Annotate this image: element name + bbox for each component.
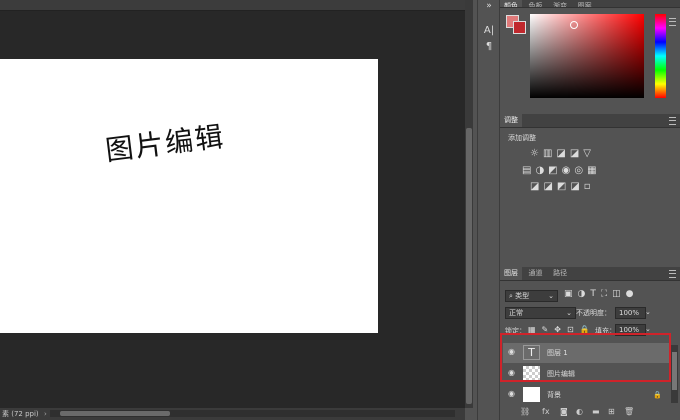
character-panel-icon[interactable]: A| (482, 25, 496, 36)
color-panel-tabs: 颜色 色板 渐变 图案 (500, 0, 680, 8)
adjustment-icons-row-3[interactable]: ◪◪◩◪▫ (530, 181, 595, 192)
hue-slider[interactable] (655, 14, 666, 98)
layer-filter-value: 类型 (515, 292, 530, 300)
horizontal-scroll-thumb[interactable] (60, 411, 170, 416)
add-adjustment-label: 添加调整 (508, 134, 536, 142)
paragraph-panel-icon[interactable]: ¶ (482, 41, 496, 52)
blend-mode-select[interactable]: 正常 ⌄ (505, 307, 576, 319)
opacity-dropdown-icon[interactable]: ⌄ (645, 308, 651, 316)
fill-dropdown-icon[interactable]: ⌄ (645, 325, 651, 333)
mask-icon[interactable]: ◙ (560, 407, 568, 416)
document-tab-bar (0, 0, 465, 11)
group-folder-icon[interactable]: ▬ (592, 407, 600, 416)
tab-channels[interactable]: 通道 (525, 267, 547, 280)
color-saturation-field[interactable] (530, 14, 644, 98)
document-canvas[interactable] (0, 59, 378, 333)
fx-button[interactable]: fx (542, 407, 550, 416)
color-panel-menu-icon[interactable] (669, 18, 676, 26)
layer-row[interactable]: ◉ 背景 🔒 (503, 385, 669, 405)
layer-filter-select[interactable]: ⌕ 类型 ⌄ (505, 290, 558, 302)
chevron-down-icon: ⌄ (566, 309, 572, 317)
layer-filter-icons[interactable]: ▣◑T⛶◫● (564, 289, 639, 299)
tab-color[interactable]: 颜色 (500, 0, 522, 7)
blend-mode-value: 正常 (509, 309, 523, 317)
lock-icon: 🔒 (653, 391, 662, 399)
background-layer-thumbnail (523, 387, 540, 402)
status-doc-info: 素 (72 ppi) (2, 410, 39, 418)
vertical-scroll-thumb[interactable] (466, 128, 472, 404)
tab-adjustments[interactable]: 调整 (500, 114, 522, 127)
adjustment-icons-row-1[interactable]: ☼▥◪◪▽ (530, 148, 595, 159)
color-picker-cursor[interactable] (570, 21, 578, 29)
adjustment-icons-row-2[interactable]: ▤◑◩◉◎▦ (522, 165, 601, 176)
layers-scroll-thumb[interactable] (672, 352, 677, 390)
layers-footer: ⛓ fx ◙ ◐ ▬ ⊞ 🗑 (500, 404, 680, 420)
adjustment-layer-icon[interactable]: ◐ (576, 407, 583, 416)
layers-menu-icon[interactable] (669, 270, 676, 278)
tab-swatches[interactable]: 色板 (525, 0, 547, 7)
eye-icon[interactable]: ◉ (508, 390, 516, 398)
collapse-icon[interactable]: » (482, 1, 496, 11)
adjustments-menu-icon[interactable] (669, 117, 676, 125)
tab-paths[interactable]: 路径 (549, 267, 571, 280)
opacity-input[interactable]: 100% (615, 307, 646, 319)
opacity-label: 不透明度： (576, 309, 611, 317)
tab-layers[interactable]: 图层 (500, 267, 522, 280)
status-menu-arrow-icon[interactable]: › (44, 408, 47, 420)
layers-panel-tabs: 图层 通道 路径 (500, 267, 680, 281)
selection-highlight-box (500, 333, 671, 382)
tab-gradients[interactable]: 渐变 (549, 0, 571, 7)
new-layer-icon[interactable]: ⊞ (608, 407, 615, 416)
adjustments-panel-tabs: 调整 (500, 114, 680, 128)
layer-name[interactable]: 背景 (547, 385, 561, 405)
link-icon[interactable]: ⛓ (520, 407, 530, 416)
tab-patterns[interactable]: 图案 (574, 0, 596, 7)
panel-dock-strip: » A| ¶ (477, 0, 500, 420)
chevron-down-icon: ⌄ (548, 292, 554, 300)
background-color-swatch[interactable] (513, 21, 526, 34)
trash-icon[interactable]: 🗑 (624, 407, 634, 416)
